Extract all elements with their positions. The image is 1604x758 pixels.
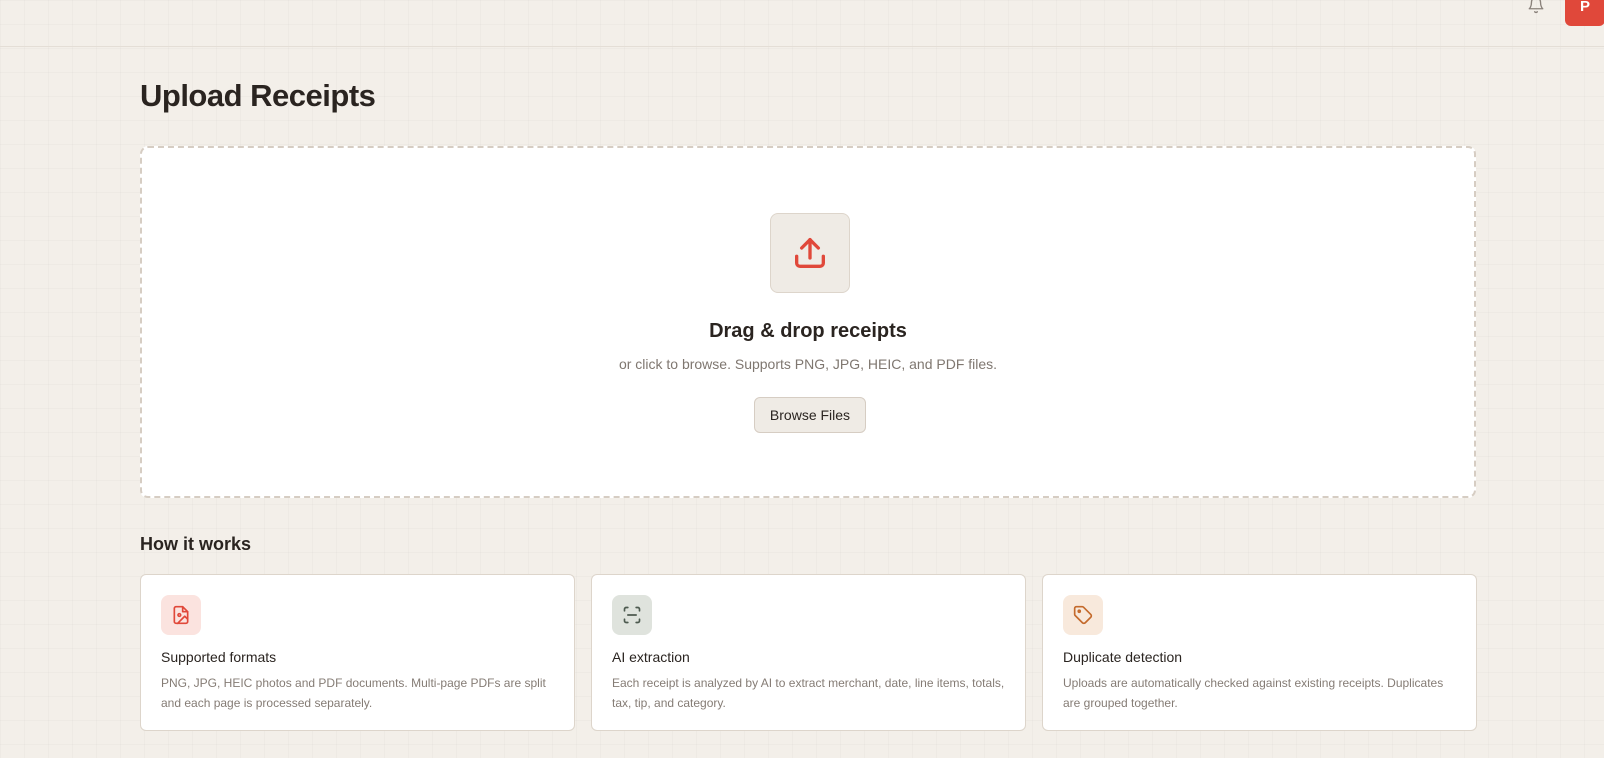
page-title: Upload Receipts bbox=[140, 78, 376, 113]
card-duplicate-detection: Duplicate detection Uploads are automati… bbox=[1042, 574, 1477, 731]
top-bar: P bbox=[0, 0, 1604, 47]
upload-dropzone[interactable]: Drag & drop receipts or click to browse.… bbox=[140, 146, 1476, 498]
tag-icon bbox=[1063, 595, 1103, 635]
how-it-works-title: How it works bbox=[140, 534, 252, 554]
avatar[interactable]: P bbox=[1565, 0, 1604, 26]
image-file-icon bbox=[161, 595, 201, 635]
card-ai-extraction: AI extraction Each receipt is analyzed b… bbox=[591, 574, 1026, 731]
card-text: PNG, JPG, HEIC photos and PDF documents.… bbox=[161, 676, 546, 710]
card-text: Uploads are automatically checked agains… bbox=[1063, 676, 1444, 710]
upload-icon bbox=[770, 213, 850, 293]
dropzone-subtitle: or click to browse. Supports PNG, JPG, H… bbox=[618, 356, 998, 372]
scan-icon bbox=[612, 595, 652, 635]
card-title: AI extraction bbox=[612, 649, 690, 665]
browse-files-button[interactable]: Browse Files bbox=[754, 397, 866, 433]
card-text: Each receipt is analyzed by AI to extrac… bbox=[612, 676, 1005, 710]
card-supported-formats: Supported formats PNG, JPG, HEIC photos … bbox=[140, 574, 575, 731]
bell-icon[interactable] bbox=[1527, 0, 1545, 14]
card-title: Duplicate detection bbox=[1063, 649, 1183, 665]
card-title: Supported formats bbox=[161, 649, 277, 665]
dropzone-title: Drag & drop receipts bbox=[709, 320, 907, 342]
